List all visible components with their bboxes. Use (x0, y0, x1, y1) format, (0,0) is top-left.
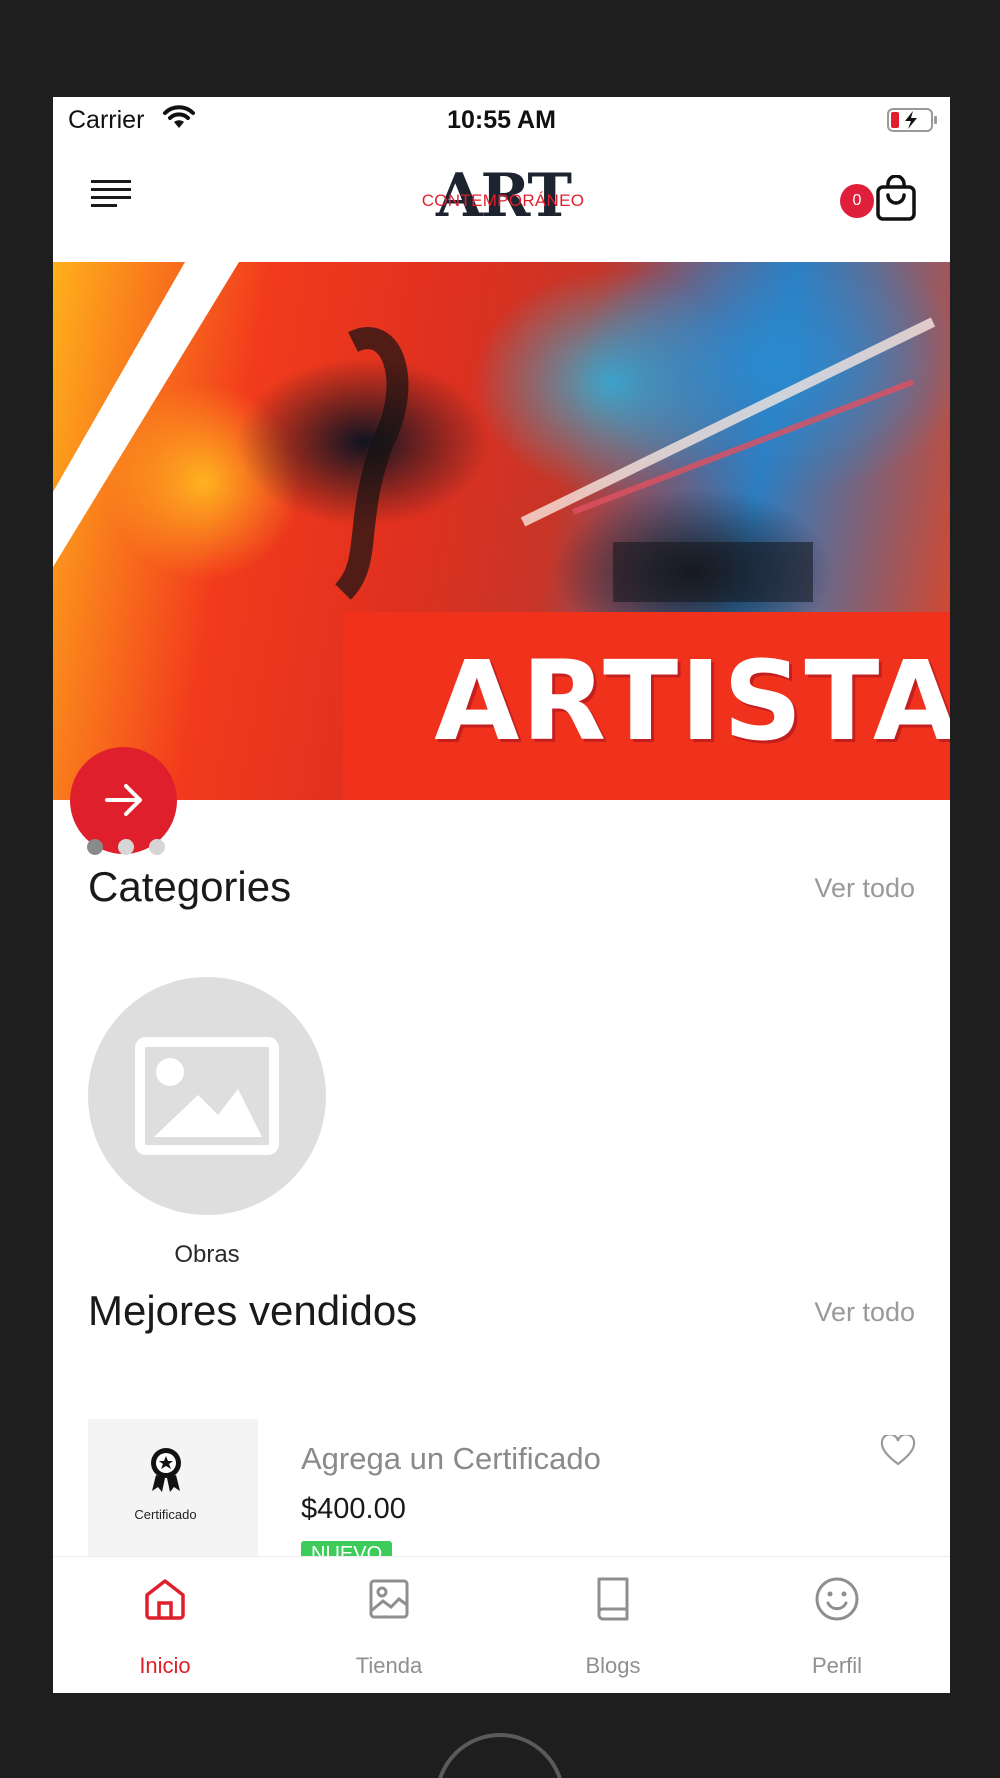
image-placeholder-icon (135, 1037, 279, 1155)
battery-charging-icon (887, 107, 939, 138)
status-bar: Carrier 10:55 AM (53, 97, 950, 145)
tab-label: Blogs (585, 1653, 641, 1678)
logo-subtitle: CONTEMPORÁNEO (421, 191, 585, 210)
heart-outline-icon[interactable] (880, 1433, 916, 1472)
phone-screen: Carrier 10:55 AM ART CONTEMPORÁNEO 0 ART… (53, 97, 950, 1693)
bottom-tab-bar: Inicio Tienda Blogs Perfil (53, 1556, 950, 1693)
hamburger-menu-icon[interactable] (91, 178, 133, 212)
tab-perfil[interactable]: Perfil (725, 1557, 949, 1693)
tab-blogs[interactable]: Blogs (501, 1557, 725, 1693)
category-item[interactable]: Obras (88, 977, 326, 1268)
tab-label: Inicio (139, 1653, 191, 1678)
best-sellers-see-all-link[interactable]: Ver todo (814, 1297, 915, 1328)
best-sellers-title: Mejores vendidos (88, 1287, 418, 1334)
tab-tienda[interactable]: Tienda (277, 1557, 501, 1693)
banner-headline: ARTISTA (434, 637, 950, 765)
tab-label: Tienda (355, 1653, 423, 1678)
categories-title: Categories (88, 863, 292, 910)
tab-label: Perfil (811, 1653, 863, 1678)
product-price: $400.00 (301, 1493, 406, 1525)
category-image (88, 977, 326, 1215)
category-label: Obras (174, 1241, 240, 1268)
thumbnail-caption: Certificado (134, 1507, 197, 1522)
app-header: ART CONTEMPORÁNEO 0 (53, 145, 950, 260)
carousel-dot[interactable] (87, 839, 103, 855)
book-icon (597, 1577, 629, 1621)
hero-banner[interactable]: ARTISTA (53, 262, 950, 800)
carousel-dot[interactable] (118, 839, 134, 855)
image-icon (369, 1579, 409, 1619)
tab-inicio[interactable]: Inicio (53, 1557, 277, 1693)
categories-see-all-link[interactable]: Ver todo (814, 873, 915, 904)
award-ribbon-icon (151, 1448, 181, 1492)
arrow-right-icon (105, 784, 142, 816)
product-name: Agrega un Certificado (301, 1441, 601, 1476)
device-home-button[interactable] (435, 1733, 565, 1778)
cart-button[interactable]: 0 (836, 174, 926, 226)
clock: 10:55 AM (447, 106, 556, 134)
smiley-icon (815, 1577, 859, 1621)
cart-count-badge: 0 (840, 184, 874, 218)
brand-logo[interactable]: ART CONTEMPORÁNEO (413, 161, 593, 231)
shopping-bag-icon (874, 174, 918, 226)
carousel-dot[interactable] (149, 839, 165, 855)
banner-next-button[interactable] (70, 747, 177, 854)
home-icon (145, 1579, 185, 1620)
